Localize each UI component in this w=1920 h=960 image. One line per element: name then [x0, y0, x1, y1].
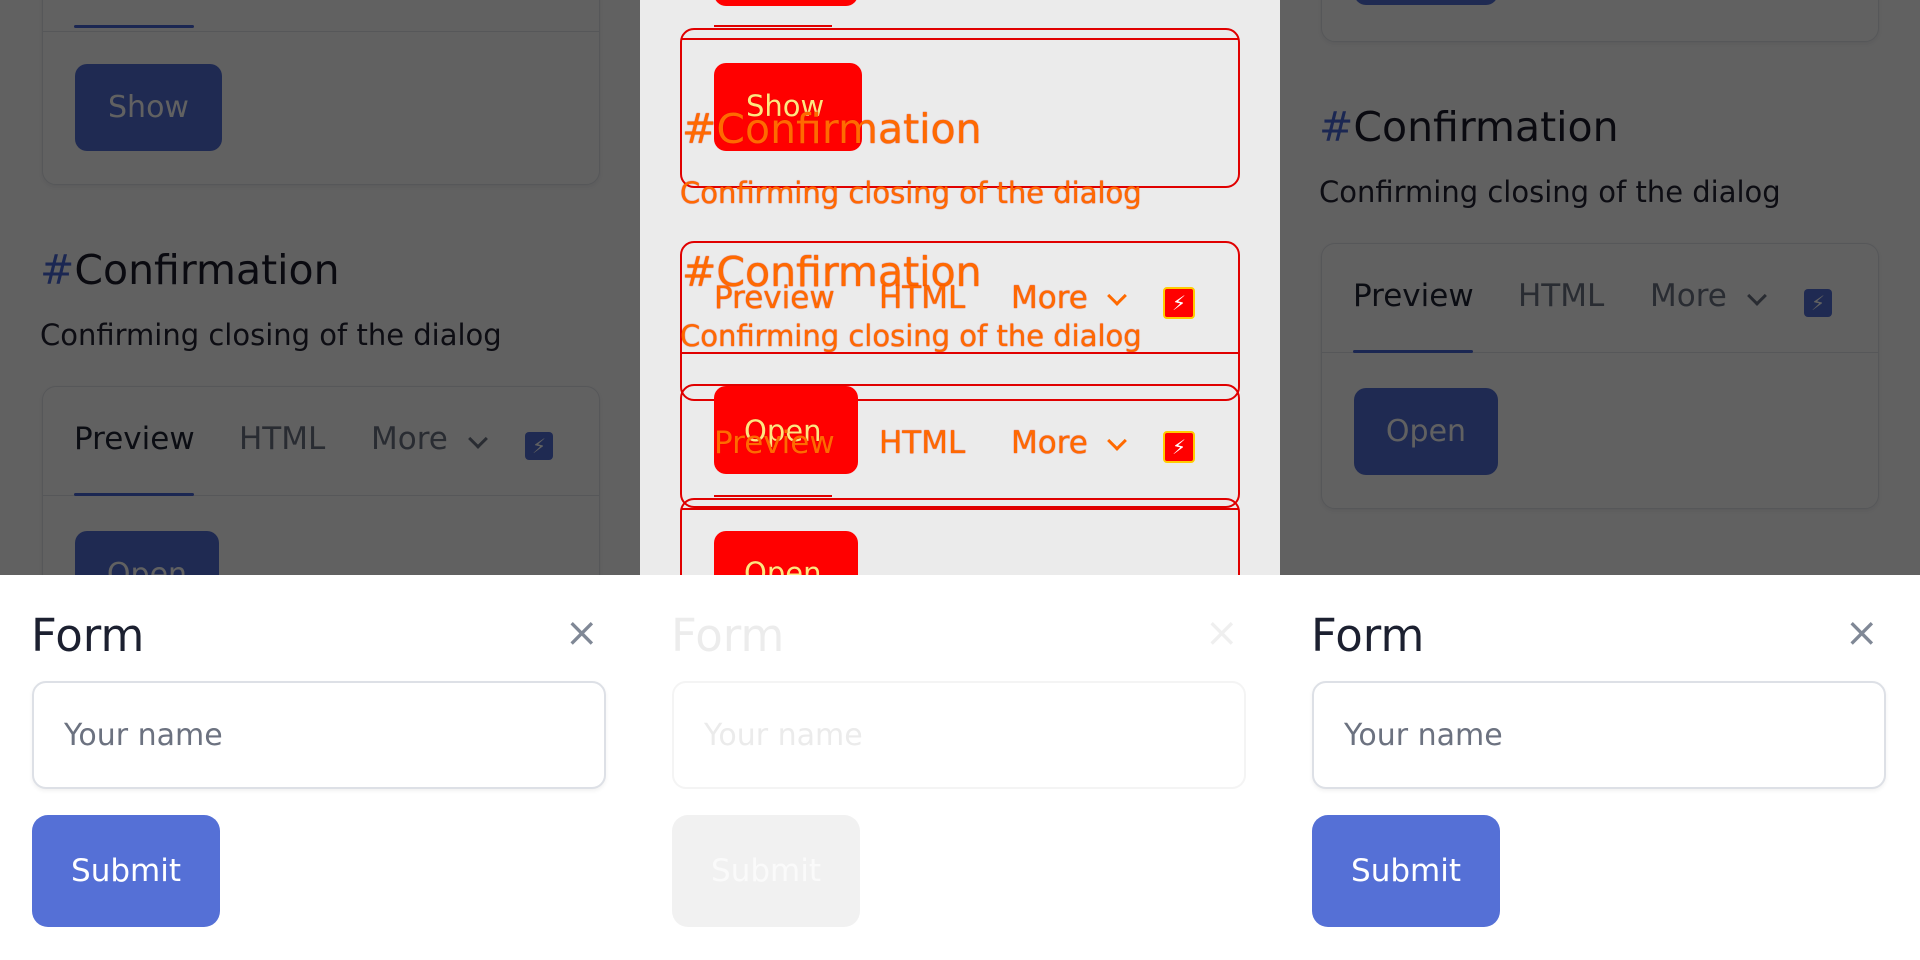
form-title: Form — [1311, 609, 1425, 662]
debug-underline — [714, 25, 832, 27]
modal-backdrop[interactable] — [1280, 0, 1920, 575]
section-description: Confirming closing of the dialog — [680, 176, 1142, 210]
name-input[interactable] — [1312, 681, 1886, 789]
debug-divider — [682, 38, 1238, 40]
section-description: Confirming closing of the dialog — [680, 319, 1142, 353]
docs-background: #Confirmation Confirming closing of the … — [1280, 0, 1920, 575]
form-sheet: Form × Submit — [640, 575, 1280, 960]
tab-preview[interactable]: Preview — [714, 280, 835, 316]
lightning-icon[interactable]: ⚡ — [1163, 431, 1195, 463]
tab-more[interactable]: More — [1011, 280, 1088, 316]
docs-background: Show #Confirmation Confirming closing of… — [0, 0, 640, 575]
close-icon[interactable]: × — [1205, 613, 1239, 653]
close-icon[interactable]: × — [565, 613, 599, 653]
form-sheet: Form × Submit — [1280, 575, 1920, 960]
tab-preview[interactable]: Preview — [714, 425, 835, 461]
submit-button[interactable]: Submit — [1312, 815, 1500, 927]
panel-middle: Show #Confirmation Confirming closing of… — [640, 0, 1280, 960]
panel-right: #Confirmation Confirming closing of the … — [1280, 0, 1920, 960]
close-icon[interactable]: × — [1845, 613, 1879, 653]
tab-html[interactable]: HTML — [879, 280, 965, 316]
form-sheet: Form × Submit — [0, 575, 640, 960]
name-input[interactable] — [32, 681, 606, 789]
submit-button[interactable]: Submit — [32, 815, 220, 927]
lightning-icon[interactable]: ⚡ — [1163, 287, 1195, 319]
debug-button-fill — [714, 0, 858, 6]
submit-button[interactable]: Submit — [672, 815, 860, 927]
form-title: Form — [671, 609, 785, 662]
section-title-text: Confirmation — [716, 105, 982, 153]
debug-underline — [714, 495, 832, 497]
section-title: #Confirmation — [682, 105, 982, 153]
tab-html[interactable]: HTML — [879, 425, 965, 461]
docs-background-debug: Show #Confirmation Confirming closing of… — [640, 0, 1280, 575]
anchor-hash[interactable]: # — [682, 248, 716, 296]
tab-more[interactable]: More — [1011, 425, 1088, 461]
name-input[interactable] — [672, 681, 1246, 789]
open-button-label: Open — [744, 556, 822, 575]
anchor-hash[interactable]: # — [682, 105, 716, 153]
form-title: Form — [31, 609, 145, 662]
debug-divider — [682, 508, 1238, 510]
panel-left: Show #Confirmation Confirming closing of… — [0, 0, 640, 960]
modal-backdrop[interactable] — [0, 0, 640, 575]
debug-divider — [682, 352, 1238, 354]
